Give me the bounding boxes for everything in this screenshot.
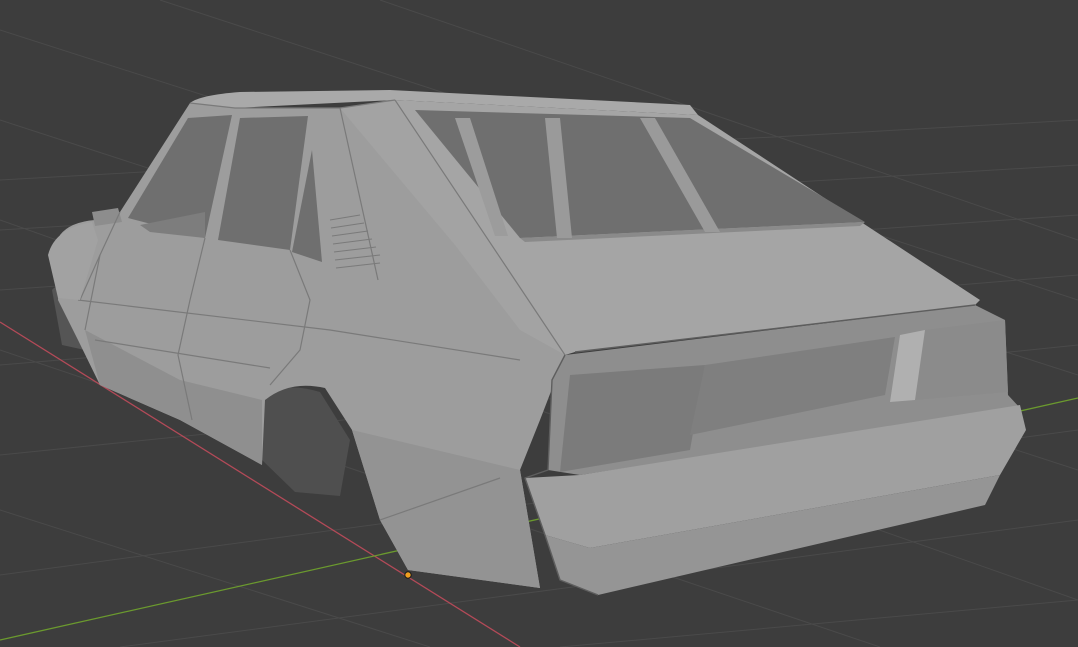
3d-viewport[interactable] (0, 0, 1078, 647)
viewport-canvas[interactable] (0, 0, 1078, 647)
object-origin[interactable] (404, 571, 412, 579)
taillight-right (915, 320, 1008, 400)
